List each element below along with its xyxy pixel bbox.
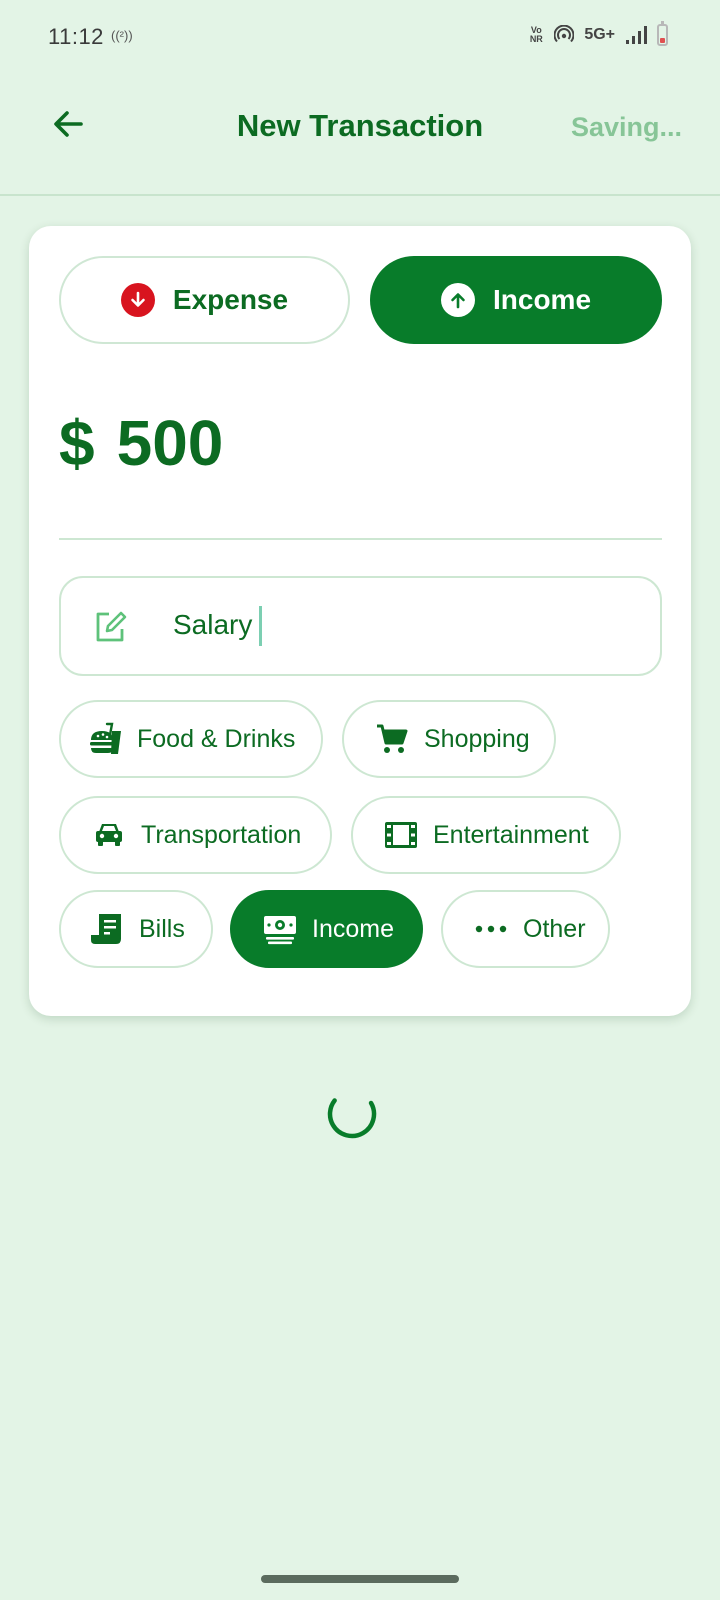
home-indicator[interactable]	[261, 1575, 459, 1583]
category-label: Entertainment	[433, 820, 589, 849]
saving-button[interactable]: Saving...	[571, 112, 682, 143]
note-input[interactable]: Salary	[59, 576, 662, 676]
car-icon	[91, 817, 127, 853]
category-label: Shopping	[424, 724, 530, 753]
status-bar: 11:12 ((²)) Vo NR 5G+	[0, 0, 720, 76]
amount-input[interactable]: $ 500	[59, 406, 223, 480]
hotspot-signal-icon	[554, 25, 575, 43]
category-chip-food-drinks[interactable]: Food & Drinks	[59, 700, 323, 778]
food-drinks-icon	[87, 721, 123, 757]
category-chip-bills[interactable]: Bills	[59, 890, 213, 968]
receipt-icon	[89, 911, 125, 947]
text-caret	[259, 606, 262, 646]
category-chip-other[interactable]: Other	[441, 890, 610, 968]
category-chip-transportation[interactable]: Transportation	[59, 796, 332, 874]
category-label: Other	[523, 914, 586, 943]
app-bar: New Transaction Saving...	[0, 76, 720, 196]
arrow-down-circle-icon	[120, 283, 155, 317]
money-icon	[262, 911, 298, 947]
status-time: 11:12	[48, 24, 104, 49]
film-icon	[383, 817, 419, 853]
category-chip-entertainment[interactable]: Entertainment	[351, 796, 621, 874]
category-label: Transportation	[141, 820, 302, 849]
hotspot-icon: ((²))	[111, 28, 133, 43]
edit-note-icon	[96, 611, 127, 642]
income-label: Income	[492, 284, 592, 315]
battery-icon	[657, 21, 668, 46]
expense-label: Expense	[172, 284, 289, 315]
transaction-card: Expense Income $ 500 Salary Food & Drink…	[29, 226, 691, 1016]
category-chip-income[interactable]: Income	[230, 890, 423, 968]
signal-strength-icon	[626, 26, 647, 44]
currency-symbol: $	[59, 407, 95, 479]
amount-value: 500	[116, 407, 224, 479]
expense-toggle-button[interactable]: Expense	[59, 256, 350, 344]
shopping-cart-icon	[374, 721, 410, 757]
category-label: Food & Drinks	[137, 724, 296, 753]
network-type-label: 5G+	[584, 26, 615, 43]
income-toggle-button[interactable]: Income	[370, 256, 662, 344]
note-value: Salary	[173, 609, 253, 640]
status-indicators: Vo NR 5G+	[528, 21, 668, 46]
category-label: Income	[312, 914, 394, 943]
category-chip-shopping[interactable]: Shopping	[342, 700, 556, 778]
divider	[59, 538, 662, 540]
volte-icon: Vo NR	[529, 25, 543, 44]
category-label: Bills	[139, 914, 185, 943]
more-dots-icon	[473, 911, 509, 947]
arrow-up-circle-icon	[440, 283, 475, 317]
loading-spinner	[327, 1089, 377, 1139]
